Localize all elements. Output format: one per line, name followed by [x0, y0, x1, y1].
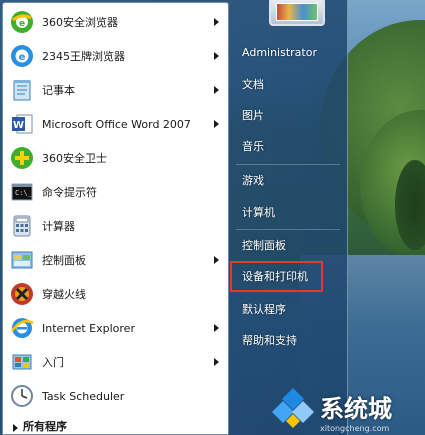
program-item-360-browser[interactable]: e 360安全浏览器 — [3, 5, 228, 39]
submenu-arrow-icon[interactable] — [214, 120, 219, 128]
program-label: 360安全浏览器 — [42, 16, 118, 29]
submenu-arrow-icon[interactable] — [214, 324, 219, 332]
program-label: 控制面板 — [42, 254, 86, 267]
all-programs-button[interactable]: 所有程序 — [3, 412, 228, 434]
task-scheduler-icon — [8, 382, 36, 410]
program-item-word[interactable]: W Microsoft Office Word 2007 — [3, 107, 228, 141]
user-avatar[interactable] — [269, 0, 325, 26]
user-picture-image — [276, 3, 318, 21]
360-browser-icon: e — [8, 8, 36, 36]
program-item-2345-browser[interactable]: e 2345王牌浏览器 — [3, 39, 228, 73]
start-menu: e 360安全浏览器 e 2345王牌浏览器 记事本 W Microsoft O… — [0, 0, 348, 435]
menu-item-computer[interactable]: 计算机 — [242, 202, 275, 222]
program-label: 命令提示符 — [42, 186, 97, 199]
getting-started-icon — [8, 348, 36, 376]
program-item-crossfire[interactable]: 穿越火线 — [3, 277, 228, 311]
wallpaper-tree — [395, 160, 425, 250]
menu-item-label: 文档 — [242, 78, 264, 91]
program-label: 入门 — [42, 356, 64, 369]
menu-separator — [236, 164, 340, 165]
cmd-icon: C:\_ — [8, 178, 36, 206]
menu-item-label: 图片 — [242, 109, 264, 122]
program-label: Microsoft Office Word 2007 — [42, 117, 191, 131]
menu-item-label: 默认程序 — [242, 303, 286, 316]
svg-text:W: W — [13, 120, 24, 131]
menu-item-games[interactable]: 游戏 — [242, 170, 264, 190]
menu-item-label: 控制面板 — [242, 239, 286, 252]
watermark-logo-icon — [272, 386, 314, 428]
expand-arrow-icon — [13, 424, 18, 432]
pinned-programs-pane: e 360安全浏览器 e 2345王牌浏览器 记事本 W Microsoft O… — [2, 2, 229, 435]
menu-item-label: 计算机 — [242, 206, 275, 219]
crossfire-icon — [8, 280, 36, 308]
program-label: 2345王牌浏览器 — [42, 50, 125, 63]
2345-browser-icon: e — [8, 42, 36, 70]
submenu-arrow-icon[interactable] — [214, 358, 219, 366]
menu-item-help-and-support[interactable]: 帮助和支持 — [242, 330, 297, 350]
highlight-annotation-box — [230, 261, 323, 292]
program-item-control-panel[interactable]: 控制面板 — [3, 243, 228, 277]
menu-item-music[interactable]: 音乐 — [242, 136, 264, 156]
notepad-icon — [8, 76, 36, 104]
menu-separator — [236, 229, 340, 230]
360-safe-icon — [8, 144, 36, 172]
menu-item-documents[interactable]: 文档 — [242, 74, 264, 94]
watermark-url: xitongcheng.com — [320, 424, 390, 433]
program-item-task-scheduler[interactable]: Task Scheduler — [3, 379, 228, 413]
program-item-getting-started[interactable]: 入门 — [3, 345, 228, 379]
menu-item-label: 帮助和支持 — [242, 334, 297, 347]
ie-icon — [8, 314, 36, 342]
program-item-internet-explorer[interactable]: Internet Explorer — [3, 311, 228, 345]
submenu-arrow-icon[interactable] — [214, 52, 219, 60]
program-label: 360安全卫士 — [42, 152, 107, 165]
program-label: 计算器 — [42, 220, 75, 233]
program-label: 记事本 — [42, 84, 75, 97]
watermark-text: 系统城 — [320, 395, 392, 423]
menu-item-pictures[interactable]: 图片 — [242, 105, 264, 125]
menu-item-label: 音乐 — [242, 140, 264, 153]
all-programs-label: 所有程序 — [23, 420, 67, 433]
program-item-notepad[interactable]: 记事本 — [3, 73, 228, 107]
svg-text:C:\_: C:\_ — [15, 189, 33, 197]
program-label: Task Scheduler — [42, 389, 125, 403]
menu-item-control-panel[interactable]: 控制面板 — [242, 235, 286, 255]
program-item-calculator[interactable]: 计算器 — [3, 209, 228, 243]
menu-item-administrator[interactable]: Administrator — [242, 42, 317, 62]
menu-item-label: 游戏 — [242, 174, 264, 187]
program-list: e 360安全浏览器 e 2345王牌浏览器 记事本 W Microsoft O… — [3, 3, 228, 413]
menu-item-default-programs[interactable]: 默认程序 — [242, 299, 286, 319]
submenu-arrow-icon[interactable] — [214, 256, 219, 264]
program-item-360-safe[interactable]: 360安全卫士 — [3, 141, 228, 175]
svg-text:e: e — [19, 19, 25, 29]
submenu-arrow-icon[interactable] — [214, 86, 219, 94]
program-item-cmd[interactable]: C:\_ 命令提示符 — [3, 175, 228, 209]
svg-text:e: e — [19, 52, 26, 63]
calculator-icon — [8, 212, 36, 240]
menu-item-label: Administrator — [242, 45, 317, 59]
program-label: 穿越火线 — [42, 288, 86, 301]
submenu-arrow-icon[interactable] — [214, 18, 219, 26]
word-icon: W — [8, 110, 36, 138]
program-label: Internet Explorer — [42, 321, 135, 335]
site-watermark: 系统城 xitongcheng.com — [272, 378, 425, 435]
control-panel-icon — [8, 246, 36, 274]
